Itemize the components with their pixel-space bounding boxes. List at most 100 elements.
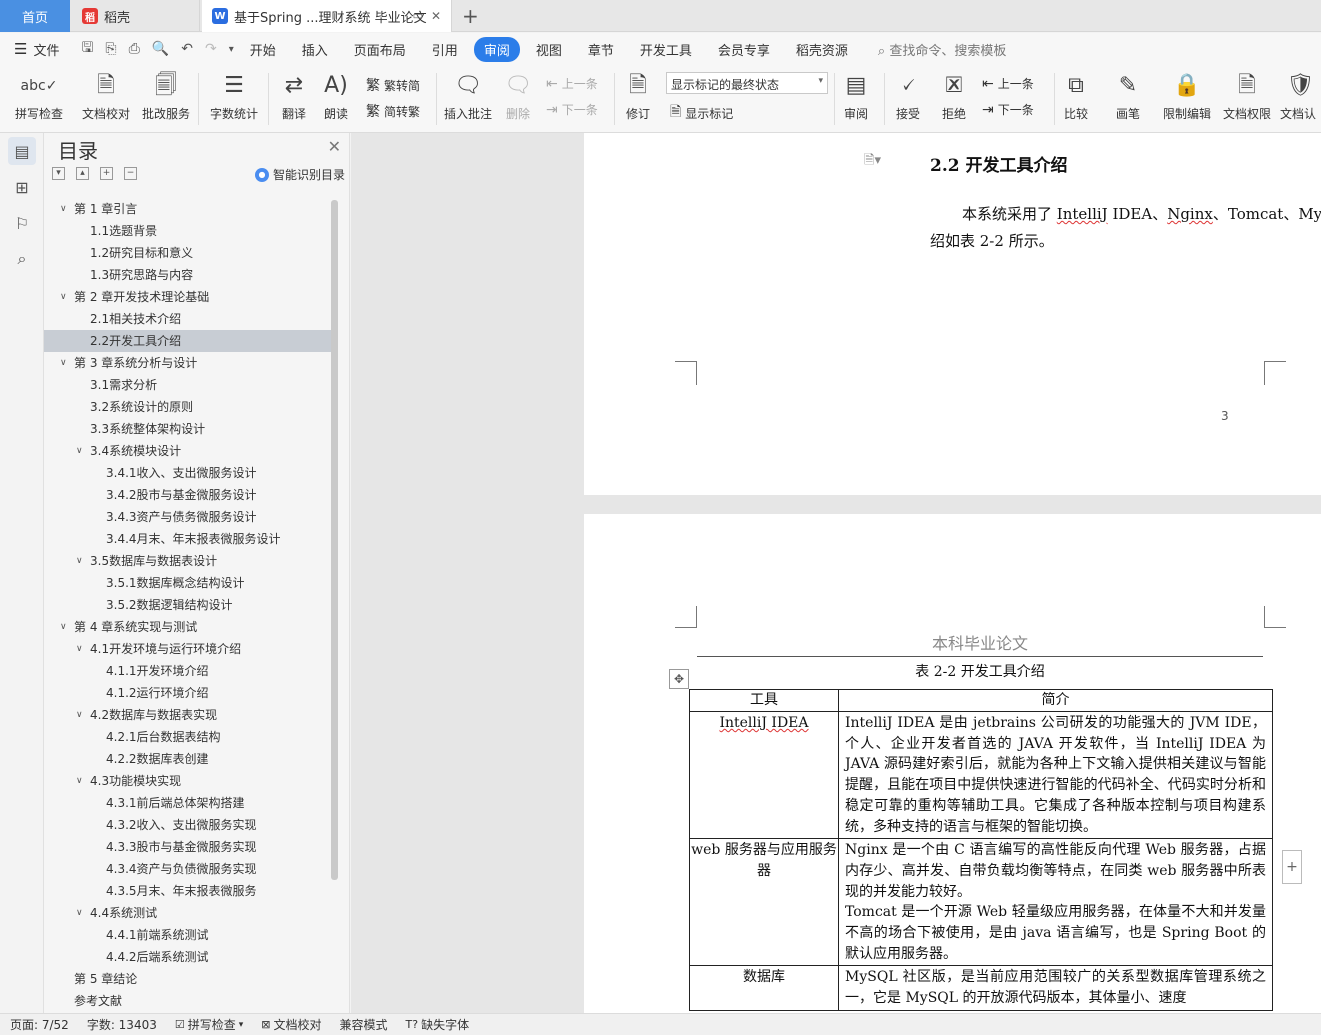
toc-item[interactable]: ∨ 第 3 章系统分析与设计: [44, 352, 334, 374]
approve-service-button[interactable]: 🗐 批改服务: [140, 71, 192, 122]
menu-review[interactable]: 审阅: [473, 36, 520, 62]
table-move-handle-icon[interactable]: ✥: [669, 669, 689, 689]
export-pdf-icon[interactable]: ⎘: [105, 41, 116, 57]
toc-item[interactable]: 4.3.3股市与基金微服务实现: [44, 836, 334, 858]
search-icon[interactable]: ⌕: [8, 245, 36, 273]
monitor-icon[interactable]: ▭: [413, 9, 423, 22]
chevron-down-icon[interactable]: ∨: [76, 440, 83, 462]
chapter-nav-icon[interactable]: ⊞: [8, 173, 36, 201]
toc-item[interactable]: 4.1.1开发环境介绍: [44, 660, 334, 682]
toc-item[interactable]: 参考文献: [44, 990, 334, 1010]
doc-permission-button[interactable]: 🗎 文档权限: [1220, 71, 1274, 122]
toc-item[interactable]: ∨ 4.4系统测试: [44, 902, 334, 924]
spellcheck-button[interactable]: abc✓ 拼写检查: [10, 71, 68, 122]
toc-scrollbar[interactable]: [331, 200, 338, 880]
menu-view[interactable]: 视图: [526, 37, 572, 62]
toc-item[interactable]: ∨ 第 4 章系统实现与测试: [44, 616, 334, 638]
add-row-plus-icon[interactable]: +: [1282, 850, 1302, 884]
accept-button[interactable]: 🗸 接受: [890, 71, 926, 122]
hamburger-menu-icon[interactable]: ☰: [14, 40, 27, 58]
chevron-down-icon[interactable]: ∨: [76, 770, 83, 792]
prev-change-button[interactable]: ⇤ 上一条: [982, 75, 1034, 92]
toc-item[interactable]: 3.4.1收入、支出微服务设计: [44, 462, 334, 484]
bookmark-icon[interactable]: ⚐: [8, 209, 36, 237]
toc-item[interactable]: ∨ 第 1 章引言: [44, 198, 334, 220]
compat-mode[interactable]: 兼容模式: [340, 1016, 388, 1033]
toc-item[interactable]: 3.2系统设计的原则: [44, 396, 334, 418]
markup-state-select[interactable]: 显示标记的最终状态 ▾: [666, 72, 828, 94]
trad-to-simp-button[interactable]: 繁繁转简: [366, 75, 420, 95]
tab-document[interactable]: W 基于Spring ...理财系统 毕业论文 ▭ ✕: [202, 0, 452, 32]
menu-developer[interactable]: 开发工具: [630, 37, 702, 62]
toc-item[interactable]: 4.2.2数据库表创建: [44, 748, 334, 770]
undo-icon[interactable]: ↶: [181, 41, 193, 57]
toc-item[interactable]: 4.2.1后台数据表结构: [44, 726, 334, 748]
spellcheck-status[interactable]: ☑ 拼写检查 ▾: [175, 1016, 243, 1033]
toc-item[interactable]: 4.4.1前端系统测试: [44, 924, 334, 946]
toc-item[interactable]: 1.3研究思路与内容: [44, 264, 334, 286]
chevron-down-icon[interactable]: ∨: [76, 550, 83, 572]
show-markup-button[interactable]: 🗎 显示标记: [670, 101, 733, 125]
expand-all-icon[interactable]: ▾: [52, 167, 65, 180]
chevron-down-icon[interactable]: ∨: [60, 352, 67, 374]
proof-status[interactable]: ⊠ 文档校对: [261, 1016, 321, 1033]
missing-font[interactable]: T? 缺失字体: [406, 1016, 470, 1033]
delete-comment-button[interactable]: 🗨 删除: [500, 71, 536, 122]
menu-file[interactable]: 文件: [33, 37, 69, 62]
next-comment-button[interactable]: ⇥ 下一条: [546, 101, 598, 118]
customize-chevron-down-icon[interactable]: ▾: [229, 44, 234, 55]
toc-item[interactable]: 4.3.2收入、支出微服务实现: [44, 814, 334, 836]
revise-button[interactable]: 🗎 修订: [620, 71, 656, 122]
menu-layout[interactable]: 页面布局: [344, 37, 416, 62]
print-icon[interactable]: ⎙: [129, 41, 140, 57]
review-pane-button[interactable]: ▤ 审阅: [838, 71, 874, 122]
wordcount-button[interactable]: ☰ 字数统计: [206, 71, 262, 122]
close-icon[interactable]: ✕: [328, 137, 341, 156]
menu-member[interactable]: 会员专享: [708, 37, 780, 62]
toc-item[interactable]: ∨ 3.4系统模块设计: [44, 440, 334, 462]
pen-button[interactable]: ✎ 画笔: [1110, 71, 1146, 122]
add-heading-icon[interactable]: +: [100, 167, 113, 180]
toc-item[interactable]: 3.3系统整体架构设计: [44, 418, 334, 440]
reject-button[interactable]: 🗷 拒绝: [936, 71, 972, 122]
toc-item[interactable]: 1.2研究目标和意义: [44, 242, 334, 264]
remove-heading-icon[interactable]: −: [124, 167, 137, 180]
compare-button[interactable]: ⧉ 比较: [1058, 71, 1094, 122]
toc-item[interactable]: ∨ 4.3功能模块实现: [44, 770, 334, 792]
close-icon[interactable]: ✕: [431, 9, 441, 23]
page-indicator[interactable]: 页面: 7/52: [10, 1016, 69, 1033]
insert-comment-button[interactable]: 🗨 插入批注: [442, 71, 494, 122]
simp-to-trad-button[interactable]: 繁简转繁: [366, 101, 420, 121]
chevron-down-icon[interactable]: ∨: [76, 902, 83, 924]
chevron-down-icon[interactable]: ∨: [60, 616, 67, 638]
doc-proof-button[interactable]: 🗎 文档校对: [80, 71, 132, 122]
toc-item[interactable]: 3.4.3资产与债务微服务设计: [44, 506, 334, 528]
toc-item[interactable]: ∨ 3.5数据库与数据表设计: [44, 550, 334, 572]
prev-comment-button[interactable]: ⇤ 上一条: [546, 75, 598, 92]
chevron-down-icon[interactable]: ∨: [60, 286, 67, 308]
command-search[interactable]: ⌕ 查找命令、搜索模板: [878, 40, 1006, 59]
next-change-button[interactable]: ⇥ 下一条: [982, 101, 1034, 118]
menu-daoke-resources[interactable]: 稻壳资源: [786, 37, 858, 62]
toc-item[interactable]: 3.4.2股市与基金微服务设计: [44, 484, 334, 506]
menu-insert[interactable]: 插入: [292, 37, 338, 62]
menu-reference[interactable]: 引用: [422, 37, 468, 62]
toc-panel-icon[interactable]: ▤: [8, 137, 36, 165]
word-count[interactable]: 字数: 13403: [87, 1016, 157, 1033]
toc-item[interactable]: 4.3.1前后端总体架构搭建: [44, 792, 334, 814]
toc-item[interactable]: 3.1需求分析: [44, 374, 334, 396]
redo-icon[interactable]: ↷: [205, 41, 217, 57]
toc-item[interactable]: 第 5 章结论: [44, 968, 334, 990]
tab-daoke[interactable]: 稻 稻壳: [72, 0, 200, 32]
toc-item[interactable]: 1.1选题背景: [44, 220, 334, 242]
smart-toc-button[interactable]: ● 智能识别目录: [254, 166, 345, 183]
toc-item[interactable]: 2.2开发工具介绍: [44, 330, 334, 352]
chevron-down-icon[interactable]: ∨: [76, 704, 83, 726]
restrict-edit-button[interactable]: 🔒 限制编辑: [1160, 71, 1214, 122]
toc-item[interactable]: ∨ 4.2数据库与数据表实现: [44, 704, 334, 726]
doc-certify-button[interactable]: 🛡 文档认: [1280, 71, 1321, 122]
collapse-all-icon[interactable]: ▴: [76, 167, 89, 180]
translate-button[interactable]: ⇄ 翻译: [276, 71, 312, 122]
paragraph-menu-icon[interactable]: 🗎▾: [864, 151, 881, 173]
toc-item[interactable]: 4.1.2运行环境介绍: [44, 682, 334, 704]
